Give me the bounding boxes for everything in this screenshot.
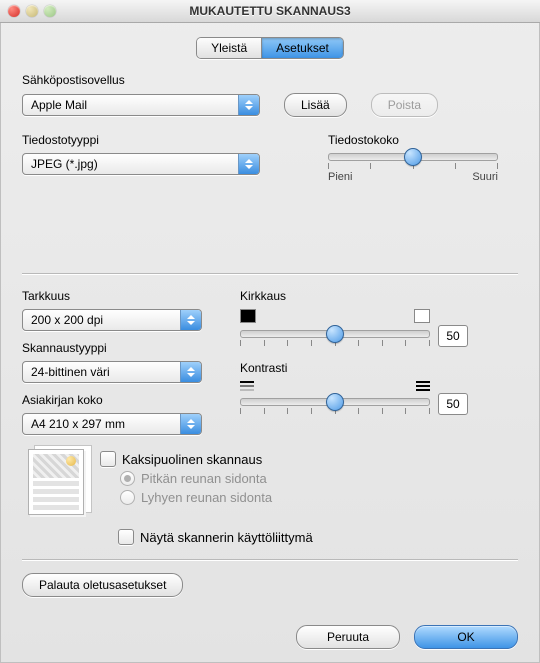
chevron-updown-icon: [238, 154, 259, 174]
long-edge-radio: [120, 471, 135, 486]
brightness-slider[interactable]: [240, 326, 430, 346]
short-edge-label: Lyhyen reunan sidonta: [141, 490, 272, 505]
close-icon[interactable]: [8, 5, 20, 17]
contrast-label: Kontrasti: [240, 361, 518, 375]
resolution-label: Tarkkuus: [22, 289, 222, 303]
remove-button: Poista: [371, 93, 438, 117]
filetype-value: JPEG (*.jpg): [23, 157, 238, 171]
brightness-value[interactable]: 50: [438, 325, 468, 347]
long-edge-label: Pitkän reunan sidonta: [141, 471, 267, 486]
scantype-select[interactable]: 24-bittinen väri: [22, 361, 202, 383]
contrast-gradient-icon: [240, 381, 430, 391]
scantype-value: 24-bittinen väri: [23, 365, 180, 379]
brightness-label: Kirkkaus: [240, 289, 518, 303]
resolution-value: 200 x 200 dpi: [23, 313, 180, 327]
tab-bar: Yleistä Asetukset: [0, 37, 540, 59]
filesize-min-label: Pieni: [328, 171, 352, 183]
email-app-value: Apple Mail: [23, 98, 238, 112]
chevron-updown-icon: [180, 414, 201, 434]
filesize-slider[interactable]: Pieni Suuri: [328, 153, 498, 183]
titlebar: MUKAUTETTU SKANNAUS3: [0, 0, 540, 23]
filetype-label: Tiedostotyyppi: [22, 133, 304, 147]
scantype-label: Skannaustyyppi: [22, 341, 222, 355]
contrast-slider[interactable]: [240, 394, 430, 414]
tab-general[interactable]: Yleistä: [197, 38, 262, 58]
brightness-gradient-icon: [240, 309, 430, 323]
show-scanner-ui-label: Näytä skannerin käyttöliittymä: [140, 530, 313, 545]
window-controls: [8, 5, 56, 17]
ok-button[interactable]: OK: [414, 625, 518, 649]
docsize-label: Asiakirjan koko: [22, 393, 222, 407]
filesize-max-label: Suuri: [472, 171, 498, 183]
minimize-icon[interactable]: [26, 5, 38, 17]
docsize-value: A4 210 x 297 mm: [23, 417, 180, 431]
dialog-footer: Peruuta OK: [0, 625, 540, 649]
filesize-label: Tiedostokoko: [328, 133, 518, 147]
restore-defaults-button[interactable]: Palauta oletusasetukset: [22, 573, 183, 597]
duplex-checkbox[interactable]: [100, 451, 116, 467]
chevron-updown-icon: [180, 362, 201, 382]
window-title: MUKAUTETTU SKANNAUS3: [0, 4, 540, 18]
cancel-button[interactable]: Peruuta: [296, 625, 400, 649]
docsize-select[interactable]: A4 210 x 297 mm: [22, 413, 202, 435]
duplex-preview-icon: [28, 449, 84, 515]
show-scanner-ui-checkbox[interactable]: [118, 529, 134, 545]
duplex-label: Kaksipuolinen skannaus: [122, 452, 262, 467]
email-app-select[interactable]: Apple Mail: [22, 94, 260, 116]
resolution-select[interactable]: 200 x 200 dpi: [22, 309, 202, 331]
chevron-updown-icon: [180, 310, 201, 330]
tab-segmented: Yleistä Asetukset: [196, 37, 344, 59]
email-app-label: Sähköpostisovellus: [22, 73, 518, 87]
contrast-value[interactable]: 50: [438, 393, 468, 415]
zoom-icon[interactable]: [44, 5, 56, 17]
tab-settings[interactable]: Asetukset: [262, 38, 343, 58]
filetype-select[interactable]: JPEG (*.jpg): [22, 153, 260, 175]
scan-settings-window: MUKAUTETTU SKANNAUS3 Yleistä Asetukset S…: [0, 0, 540, 663]
add-button[interactable]: Lisää: [284, 93, 347, 117]
chevron-updown-icon: [238, 95, 259, 115]
short-edge-radio: [120, 490, 135, 505]
